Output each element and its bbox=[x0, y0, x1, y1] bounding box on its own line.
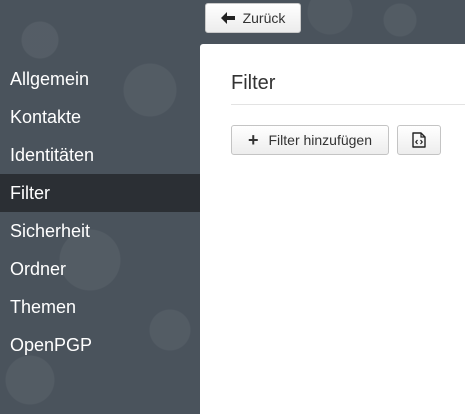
arrow-left-icon bbox=[220, 12, 235, 24]
filter-panel: Filter + Filter hinzufügen bbox=[200, 44, 465, 414]
add-filter-button[interactable]: + Filter hinzufügen bbox=[231, 125, 389, 155]
code-file-icon bbox=[412, 132, 426, 148]
page-title: Filter bbox=[231, 72, 276, 94]
sidebar-item-allgemein[interactable]: Allgemein bbox=[0, 60, 200, 98]
settings-sidebar: Allgemein Kontakte Identitäten Filter Si… bbox=[0, 60, 200, 364]
add-filter-label: Filter hinzufügen bbox=[268, 132, 373, 148]
sidebar-item-filter[interactable]: Filter bbox=[0, 174, 200, 212]
plus-icon: + bbox=[247, 130, 259, 150]
sidebar-item-sicherheit[interactable]: Sicherheit bbox=[0, 212, 200, 250]
sidebar-item-identitaeten[interactable]: Identitäten bbox=[0, 136, 200, 174]
sidebar-item-openpgp[interactable]: OpenPGP bbox=[0, 326, 200, 364]
title-divider bbox=[231, 104, 465, 105]
sidebar-item-ordner[interactable]: Ordner bbox=[0, 250, 200, 288]
back-button[interactable]: Zurück bbox=[205, 3, 301, 33]
back-button-label: Zurück bbox=[242, 10, 286, 26]
sidebar-item-themen[interactable]: Themen bbox=[0, 288, 200, 326]
edit-script-button[interactable] bbox=[397, 125, 441, 155]
sidebar-item-kontakte[interactable]: Kontakte bbox=[0, 98, 200, 136]
